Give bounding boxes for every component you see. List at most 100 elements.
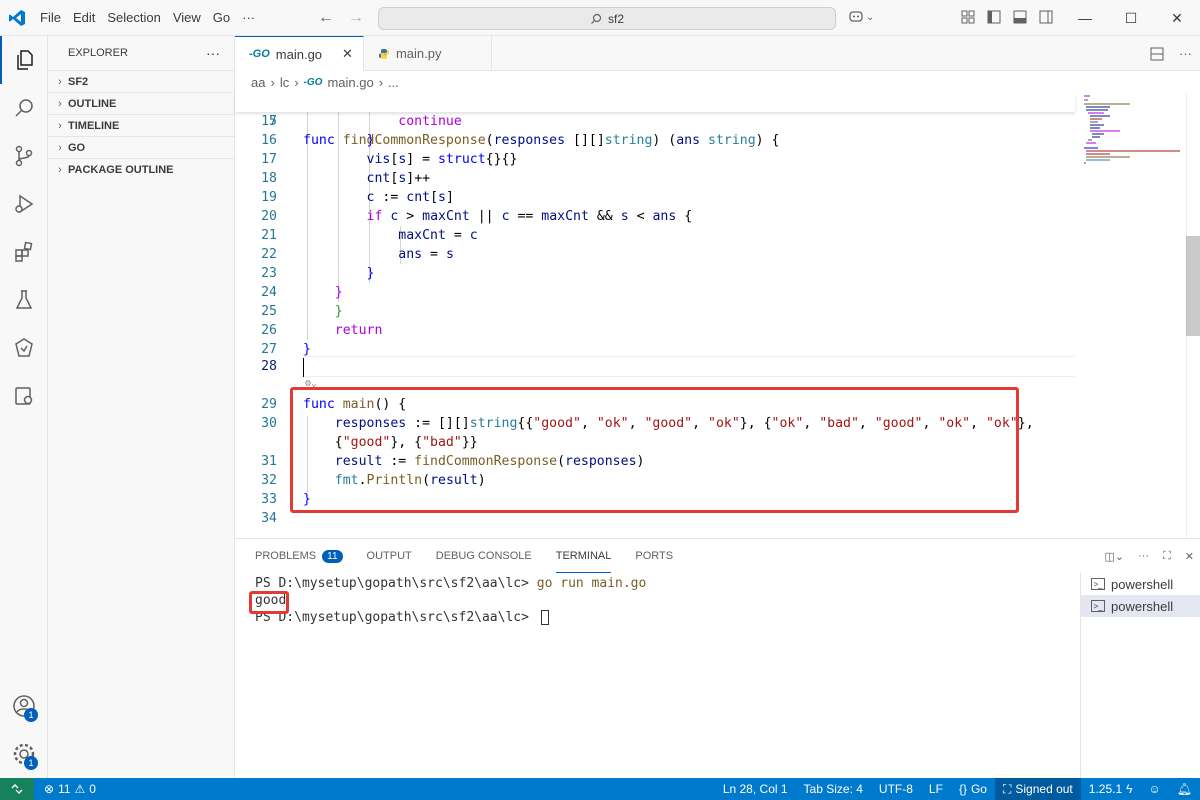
menu-selection[interactable]: Selection — [101, 0, 166, 36]
section-label: OUTLINE — [68, 97, 117, 110]
terminal-instance[interactable]: >_ powershell — [1081, 573, 1200, 595]
close-tab-icon[interactable]: ✕ — [342, 46, 353, 62]
line-number: 33 — [261, 492, 277, 507]
menu-edit[interactable]: Edit — [67, 0, 101, 36]
tab-terminal[interactable]: TERMINAL — [555, 539, 612, 573]
split-editor-icon[interactable] — [1149, 46, 1165, 62]
customize-layout-icon[interactable] — [960, 9, 976, 25]
copilot-button[interactable]: ⌄ — [848, 9, 874, 25]
end-of-line[interactable]: LF — [921, 778, 951, 800]
version-label: 1.25.1 — [1088, 782, 1123, 796]
cursor-position[interactable]: Ln 28, Col 1 — [715, 778, 796, 800]
copilot-status-icon[interactable]: ☺ — [1141, 778, 1169, 800]
go-version[interactable]: 1.25.1 ϟ — [1081, 778, 1141, 800]
tab-main-go[interactable]: -GO main.go ✕ — [235, 36, 364, 71]
editor-scrollbar-thumb[interactable] — [1186, 236, 1200, 336]
source-control-icon[interactable] — [0, 132, 48, 180]
panel-tabs: PROBLEMS 11 OUTPUT DEBUG CONSOLE TERMINA… — [235, 539, 1200, 573]
section-go[interactable]: › GO — [48, 136, 234, 158]
manage-badge: 1 — [24, 756, 38, 770]
tab-output[interactable]: OUTPUT — [367, 539, 412, 573]
tab-label: TERMINAL — [555, 549, 612, 562]
language-mode[interactable]: {} Go — [951, 778, 995, 800]
activity-bar: 1 1 — [0, 36, 48, 778]
toggle-secondary-sidebar-icon[interactable] — [1038, 9, 1054, 25]
line-number: 29 — [261, 397, 277, 412]
menu-go[interactable]: Go — [207, 0, 236, 36]
search-icon — [591, 13, 602, 24]
encoding[interactable]: UTF-8 — [871, 778, 921, 800]
tab-ports[interactable]: PORTS — [635, 539, 673, 573]
breadcrumb-lc[interactable]: lc — [280, 75, 289, 90]
maximize-icon[interactable]: ☐ — [1108, 0, 1154, 36]
section-sf2[interactable]: › SF2 — [48, 70, 234, 92]
language-label: Go — [970, 782, 987, 796]
menu-more[interactable]: ··· — [236, 0, 261, 36]
section-label: PACKAGE OUTLINE — [68, 163, 174, 176]
section-label: GO — [68, 141, 86, 154]
bottom-panel: PROBLEMS 11 OUTPUT DEBUG CONSOLE TERMINA… — [235, 538, 1200, 779]
tab-problems[interactable]: PROBLEMS 11 — [255, 539, 343, 573]
nav-arrows: ← → — [318, 0, 364, 36]
error-icon: ⊗ — [44, 782, 55, 796]
close-window-icon[interactable]: ✕ — [1154, 0, 1200, 36]
section-package-outline[interactable]: › PACKAGE OUTLINE — [48, 158, 234, 180]
remote-indicator-icon[interactable] — [0, 778, 34, 800]
split-terminal-icon[interactable]: ◫⌄ — [1104, 550, 1124, 563]
section-label: TIMELINE — [68, 119, 120, 132]
remote-explorer-icon[interactable] — [0, 324, 48, 372]
breadcrumb: aa › lc › -GO main.go › ... — [235, 71, 1200, 93]
manage-gear-icon[interactable]: 1 — [0, 730, 48, 778]
copilot-icon — [849, 11, 863, 22]
notifications-bell-icon[interactable]: 🔔︎ — [1169, 778, 1200, 800]
editor-actions: ··· — [1149, 36, 1192, 71]
minimap[interactable] — [1080, 93, 1190, 538]
menu-file[interactable]: File — [34, 0, 67, 36]
code-line: } — [366, 266, 375, 281]
section-timeline[interactable]: › TIMELINE — [48, 114, 234, 136]
toggle-primary-sidebar-icon[interactable] — [986, 9, 1002, 25]
line-number: 7 — [269, 114, 277, 129]
python-icon — [378, 48, 389, 59]
breadcrumb-file[interactable]: main.go — [327, 75, 373, 90]
tab-main-py[interactable]: main.py — [364, 36, 492, 71]
terminal-output[interactable]: PS D:\mysetup\gopath\src\sf2\aa\lc> go r… — [255, 575, 1055, 626]
command-center-search[interactable]: sf2 — [378, 7, 836, 30]
close-panel-icon[interactable]: ✕ — [1185, 550, 1194, 563]
extensions-icon[interactable] — [0, 228, 48, 276]
account-label: Signed out — [1015, 782, 1073, 796]
tab-label: main.go — [275, 46, 323, 62]
chevron-right-icon: › — [58, 97, 62, 110]
testing-icon[interactable] — [0, 276, 48, 324]
breadcrumb-aa[interactable]: aa — [251, 75, 265, 90]
back-arrow-icon[interactable]: ← — [318, 9, 334, 27]
forward-arrow-icon[interactable]: → — [348, 9, 364, 27]
line-number: 18 — [261, 171, 277, 186]
code-editor[interactable]: 7 func findCommonResponse(responses [][]… — [235, 93, 1075, 538]
breadcrumb-symbol[interactable]: ... — [388, 75, 399, 90]
more-actions-icon[interactable]: ··· — [1179, 46, 1192, 61]
terminal-instance[interactable]: >_ powershell — [1081, 595, 1200, 617]
problems-status[interactable]: ⊗ 11 ⚠ 0 — [34, 782, 96, 796]
minimize-icon[interactable]: — — [1062, 0, 1108, 36]
tab-label: main.py — [395, 46, 442, 61]
accounts-icon[interactable]: 1 — [0, 682, 48, 730]
code-line: continue — [398, 114, 462, 129]
run-debug-icon[interactable] — [0, 180, 48, 228]
more-actions-icon[interactable]: ··· — [206, 45, 220, 61]
toggle-panel-icon[interactable] — [1012, 9, 1028, 25]
code-line: return — [334, 323, 383, 338]
more-actions-icon[interactable]: ··· — [1138, 550, 1149, 562]
section-outline[interactable]: › OUTLINE — [48, 92, 234, 114]
maximize-panel-icon[interactable]: ⛶ — [1163, 550, 1171, 563]
tab-size[interactable]: Tab Size: 4 — [796, 778, 871, 800]
terminal-cursor — [540, 610, 549, 625]
tab-debug-console[interactable]: DEBUG CONSOLE — [436, 539, 532, 573]
search-view-icon[interactable] — [0, 84, 48, 132]
containers-icon[interactable] — [0, 372, 48, 420]
braces-icon: {} — [958, 782, 967, 796]
account-status[interactable]: ⛶ Signed out — [994, 778, 1081, 800]
sticky-scroll-header[interactable]: 7 func findCommonResponse(responses [][]… — [235, 93, 1075, 148]
menu-view[interactable]: View — [167, 0, 207, 36]
explorer-icon[interactable] — [0, 36, 48, 84]
